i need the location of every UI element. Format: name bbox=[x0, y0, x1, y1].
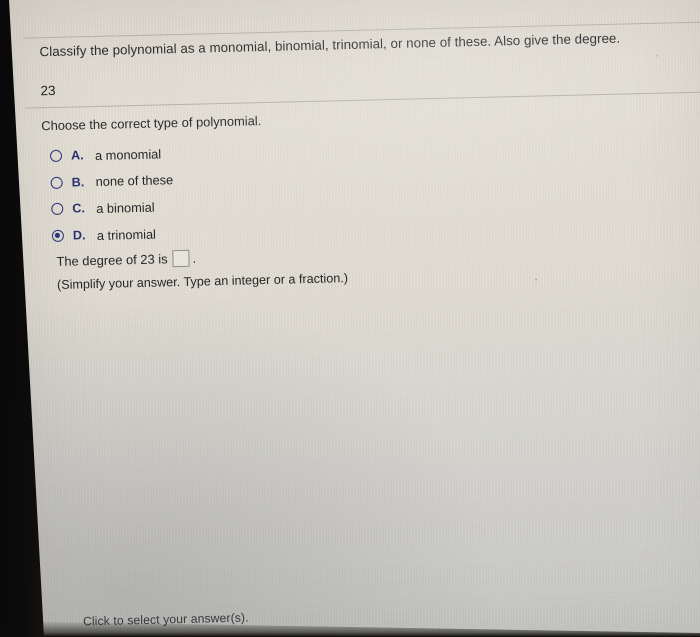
radio-button-b-icon[interactable] bbox=[50, 176, 63, 189]
degree-prefix-text: The degree of 23 is bbox=[56, 251, 168, 269]
radio-button-a-icon[interactable] bbox=[49, 150, 63, 163]
radio-button-d-icon[interactable] bbox=[51, 229, 65, 243]
option-row-d[interactable]: D. a trinomial bbox=[51, 216, 353, 250]
option-letter-a: A. bbox=[70, 148, 84, 163]
exercise-content: Classify the polynomial as a monomial, b… bbox=[8, 0, 700, 637]
option-list: A. a monomial B. none of these C. a bino… bbox=[49, 136, 353, 250]
degree-answer-input[interactable] bbox=[172, 249, 190, 268]
option-label-b: none of these bbox=[95, 172, 174, 190]
option-letter-d: D. bbox=[72, 228, 86, 243]
option-letter-b: B. bbox=[71, 175, 85, 190]
question-stem: Classify the polynomial as a monomial, b… bbox=[39, 30, 621, 60]
radio-button-c-icon[interactable] bbox=[51, 203, 64, 216]
option-label-c: a binomial bbox=[96, 199, 155, 216]
degree-answer-block: The degree of 23 is . (Simplify your ans… bbox=[56, 243, 477, 292]
screen-surface: Classify the polynomial as a monomial, b… bbox=[8, 0, 700, 637]
answer-prompt: Choose the correct type of polynomial. bbox=[41, 113, 262, 134]
option-label-a: a monomial bbox=[94, 146, 162, 163]
option-letter-c: C. bbox=[72, 201, 86, 217]
simplify-instruction: (Simplify your answer. Type an integer o… bbox=[56, 271, 349, 292]
photographed-screen: Classify the polynomial as a monomial, b… bbox=[0, 0, 700, 637]
dust-speck-2 bbox=[655, 54, 658, 57]
polynomial-expression: 23 bbox=[40, 82, 56, 99]
divider-second bbox=[24, 91, 700, 109]
dust-speck bbox=[535, 278, 538, 281]
footer-hint-text: Click to select your answer(s). bbox=[82, 610, 249, 629]
option-label-d: a trinomial bbox=[96, 226, 157, 243]
degree-period: . bbox=[192, 250, 197, 266]
